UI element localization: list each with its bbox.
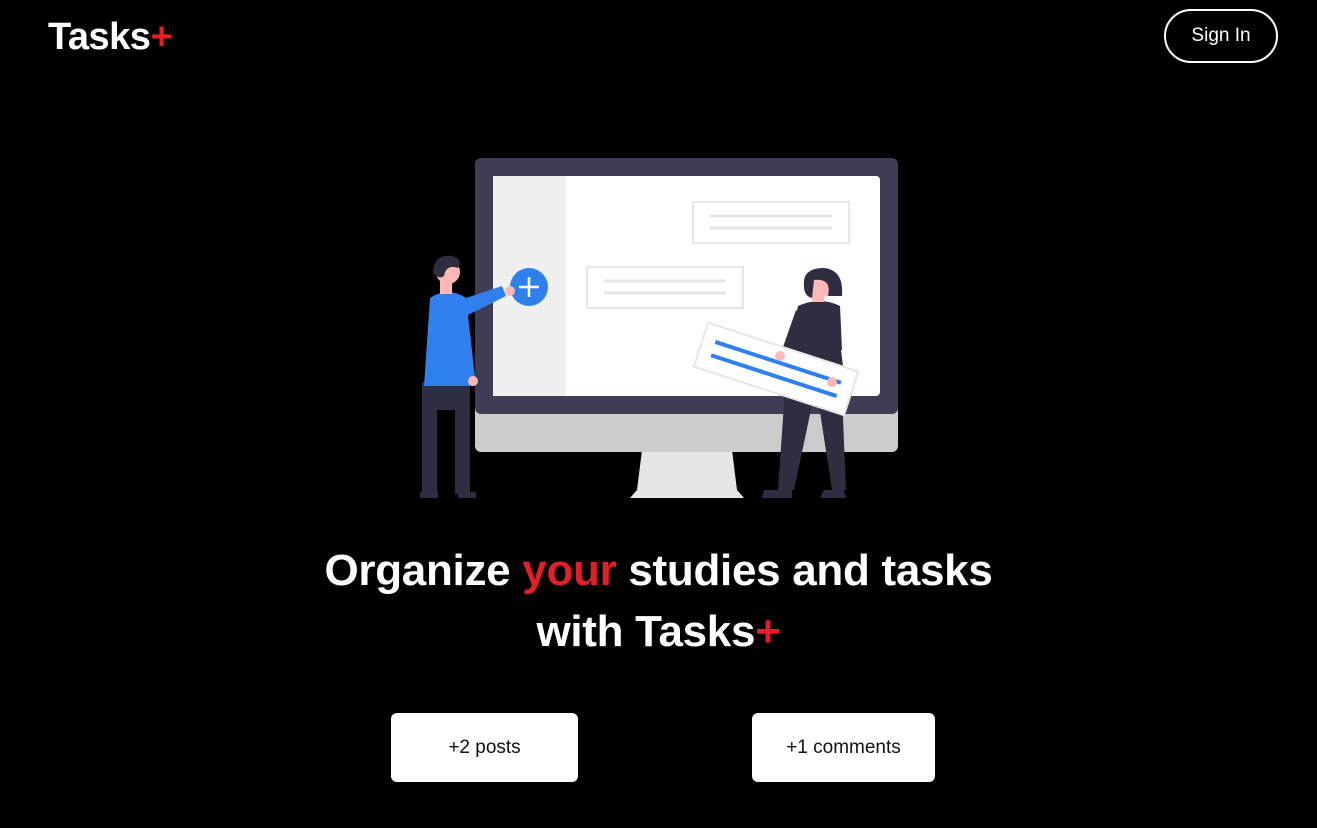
comments-stat-label: +1 comments [786,736,901,758]
headline-line-1: Organize your studies and tasks [324,546,993,595]
sign-in-button[interactable]: Sign In [1164,9,1278,63]
comments-stat-card: +1 comments [752,713,935,782]
hero-illustration [420,158,898,498]
plus-icon [510,268,548,306]
logo-text: Tasks [48,16,151,58]
logo[interactable]: Tasks+ [48,14,173,60]
headline-plus: + [755,607,781,656]
headline: Organize your studies and tasks with Tas… [0,540,1317,662]
landing-page: Tasks+ Sign In Organize your studies and… [0,0,1317,828]
monitor-stand [630,450,744,498]
posts-stat-card: +2 posts [391,713,578,782]
screen-card [692,201,850,244]
logo-plus: + [150,16,173,58]
screen-card [586,266,744,309]
posts-stat-label: +2 posts [448,736,521,758]
headline-line-2: with Tasks+ [536,607,781,656]
headline-highlight: your [522,546,617,595]
